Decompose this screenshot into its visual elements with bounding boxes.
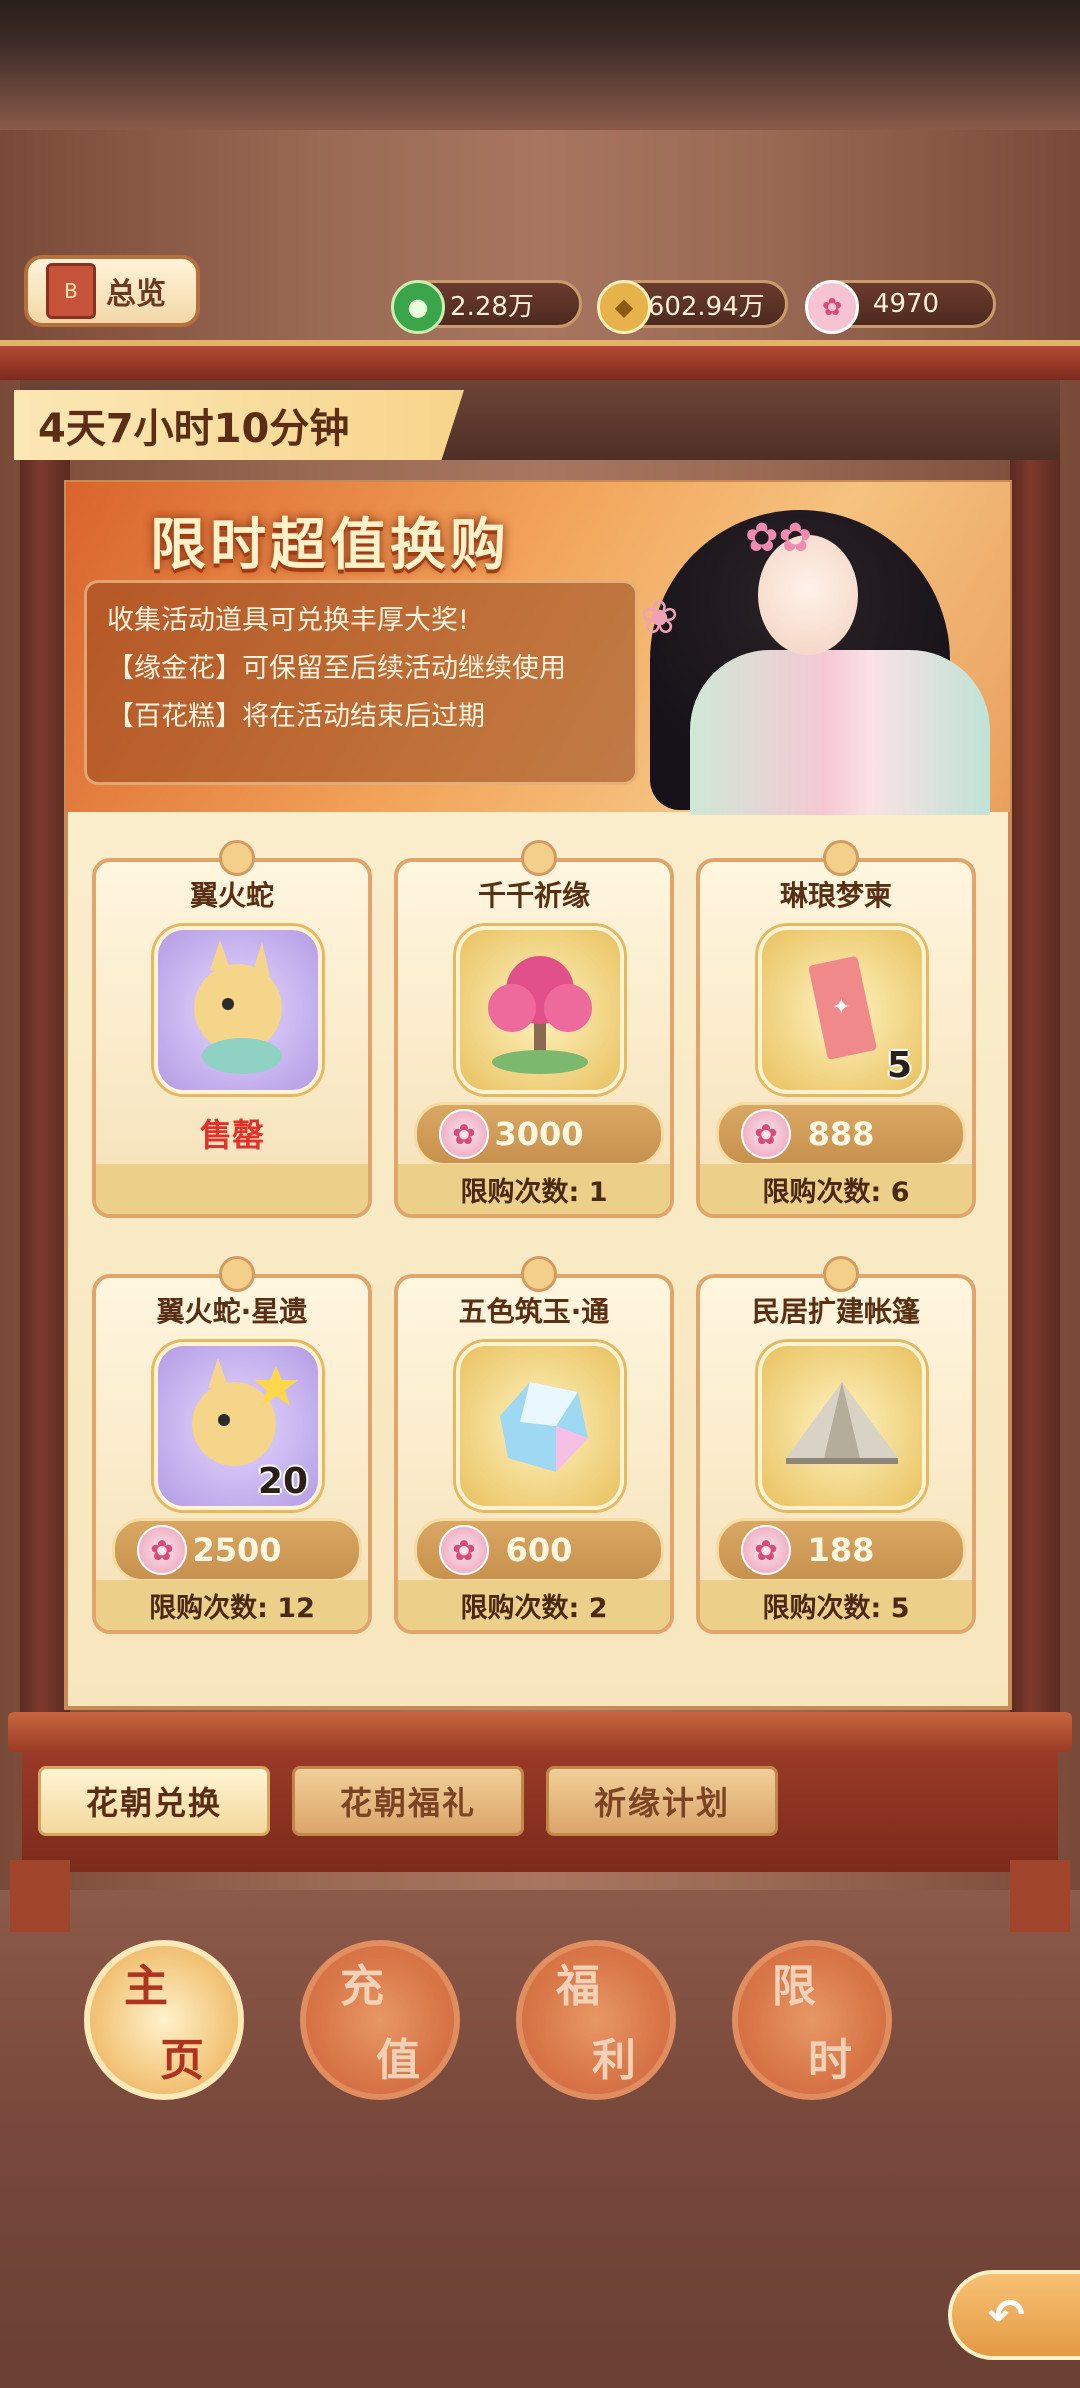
flower-currency-icon: ✿ <box>741 1109 791 1159</box>
purchase-limit: 限购次数: 12 <box>96 1580 368 1630</box>
purchase-limit: 限购次数: 1 <box>398 1164 670 1214</box>
purchase-limit: 限购次数: 5 <box>700 1580 972 1630</box>
item-name: 翼火蛇 <box>189 879 274 912</box>
card-knob <box>521 840 557 876</box>
item-name: 五色筑玉·通 <box>458 1295 610 1328</box>
resource-flower-value: 4970 <box>872 289 940 319</box>
price-value: 3000 <box>494 1115 584 1153</box>
banner-line: 【缘金花】可保留至后续活动继续使用 <box>107 653 566 684</box>
flower-currency-icon: ✿ <box>741 1525 791 1575</box>
right-pillar <box>1010 460 1060 1720</box>
jade-coin-icon: ● <box>391 280 445 334</box>
gold-coin-icon: ◆ <box>597 280 651 334</box>
sold-out-label: 售罄 <box>199 1116 264 1154</box>
nav-home[interactable]: 主 页 <box>84 1940 244 2100</box>
item-name: 琳琅梦柬 <box>779 879 892 912</box>
item-name: 翼火蛇·星遗 <box>156 1295 308 1328</box>
purchase-limit: 限购次数: 6 <box>700 1164 972 1214</box>
item-quantity: 5 <box>886 1045 912 1086</box>
overview-button[interactable]: B 总览 <box>24 255 200 327</box>
banner-title: 限时超值换购 <box>150 512 510 578</box>
shop-item-card[interactable]: 翼火蛇 售罄 <box>92 840 372 1218</box>
tab-flower-exchange[interactable]: 花朝兑换 <box>38 1766 270 1836</box>
resource-jade[interactable]: ● 2.28万 <box>391 280 582 334</box>
banner-line: 收集活动道具可兑换丰厚大奖! <box>107 605 469 636</box>
countdown-text: 4天7小时10分钟 <box>38 406 350 452</box>
price-value: 888 <box>807 1115 875 1153</box>
shelf-leg <box>10 1860 70 1932</box>
resource-flower[interactable]: ✿ 4970 <box>805 280 996 334</box>
card-knob <box>521 1256 557 1292</box>
shelf-top <box>8 1712 1072 1752</box>
price-tag[interactable]: ✿ 2500 <box>112 1518 362 1582</box>
nav-recharge[interactable]: 充 值 <box>300 1940 460 2100</box>
resource-gold-value: 3602.94万 <box>631 291 765 322</box>
top-ceiling <box>0 0 1080 130</box>
item-name: 千千祈缘 <box>477 879 590 912</box>
fire-snake-icon <box>154 926 322 1094</box>
price-value: 600 <box>505 1531 573 1569</box>
tent-icon <box>758 1342 926 1510</box>
left-pillar <box>20 460 70 1720</box>
back-button[interactable]: ↶ <box>948 2270 1080 2360</box>
card-knob <box>823 840 859 876</box>
frame-beam <box>0 340 1080 380</box>
tab-wish-plan[interactable]: 祈缘计划 <box>546 1766 778 1836</box>
nav-welfare[interactable]: 福 利 <box>516 1940 676 2100</box>
flower-currency-icon: ✿ <box>137 1525 187 1575</box>
price-tag[interactable]: ✿ 3000 <box>414 1102 664 1166</box>
card-knob <box>219 840 255 876</box>
price-tag[interactable]: ✿ 188 <box>716 1518 966 1582</box>
shop-item-card[interactable]: 民居扩建帐篷 ✿ 188 限购次数: 5 <box>696 1256 976 1634</box>
card-knob <box>219 1256 255 1292</box>
fire-snake-star-icon: 20 <box>154 1342 322 1510</box>
flower-icon: ✿ <box>805 280 859 334</box>
nav-limited[interactable]: 限 时 <box>732 1940 892 2100</box>
item-name: 民居扩建帐篷 <box>751 1295 920 1328</box>
tab-flower-gift[interactable]: 花朝福礼 <box>292 1766 524 1836</box>
character-dress <box>690 650 990 815</box>
card-knob <box>823 1256 859 1292</box>
banner-line: 【百花糕】将在活动结束后过期 <box>107 701 485 732</box>
resource-gold[interactable]: ◆ 3602.94万 <box>597 280 788 334</box>
blossom-tree-icon <box>456 926 624 1094</box>
shelf-leg <box>1010 1860 1070 1932</box>
hair-flower-icon: ✿✿ <box>745 515 813 561</box>
back-arrow-icon: ↶ <box>988 2289 1025 2341</box>
shop-item-card[interactable]: 翼火蛇·星遗 20 ✿ 2500 限购次数: 12 <box>92 1256 372 1634</box>
shop-item-card[interactable]: 五色筑玉·通 ✿ 600 限购次数: 2 <box>394 1256 674 1634</box>
resource-jade-value: 2.28万 <box>450 291 534 322</box>
svg-text:✦: ✦ <box>832 995 850 1020</box>
countdown-timer: 4天7小时10分钟 <box>14 390 464 460</box>
flower-currency-icon: ✿ <box>439 1109 489 1159</box>
price-tag[interactable]: ✿ 600 <box>414 1518 664 1582</box>
overview-label: 总览 <box>106 277 166 312</box>
shop-item-card[interactable]: 琳琅梦柬 ✦ 5 ✿ 888 限购次数: 6 <box>696 840 976 1218</box>
banner-description: 收集活动道具可兑换丰厚大奖! 【缘金花】可保留至后续活动继续使用 【百花糕】将在… <box>84 580 638 785</box>
price-tag[interactable]: ✿ 888 <box>716 1102 966 1166</box>
crystal-gem-icon <box>456 1342 624 1510</box>
held-flower-icon: ❀ <box>640 590 679 644</box>
book-icon: B <box>46 263 96 319</box>
flower-currency-icon: ✿ <box>439 1525 489 1575</box>
invitation-card-icon: ✦ 5 <box>758 926 926 1094</box>
price-value: 188 <box>807 1531 875 1569</box>
price-value: 2500 <box>192 1531 282 1569</box>
item-quantity: 20 <box>257 1461 308 1502</box>
purchase-limit <box>96 1164 368 1214</box>
shop-item-card[interactable]: 千千祈缘 ✿ 3000 限购次数: 1 <box>394 840 674 1218</box>
purchase-limit: 限购次数: 2 <box>398 1580 670 1630</box>
